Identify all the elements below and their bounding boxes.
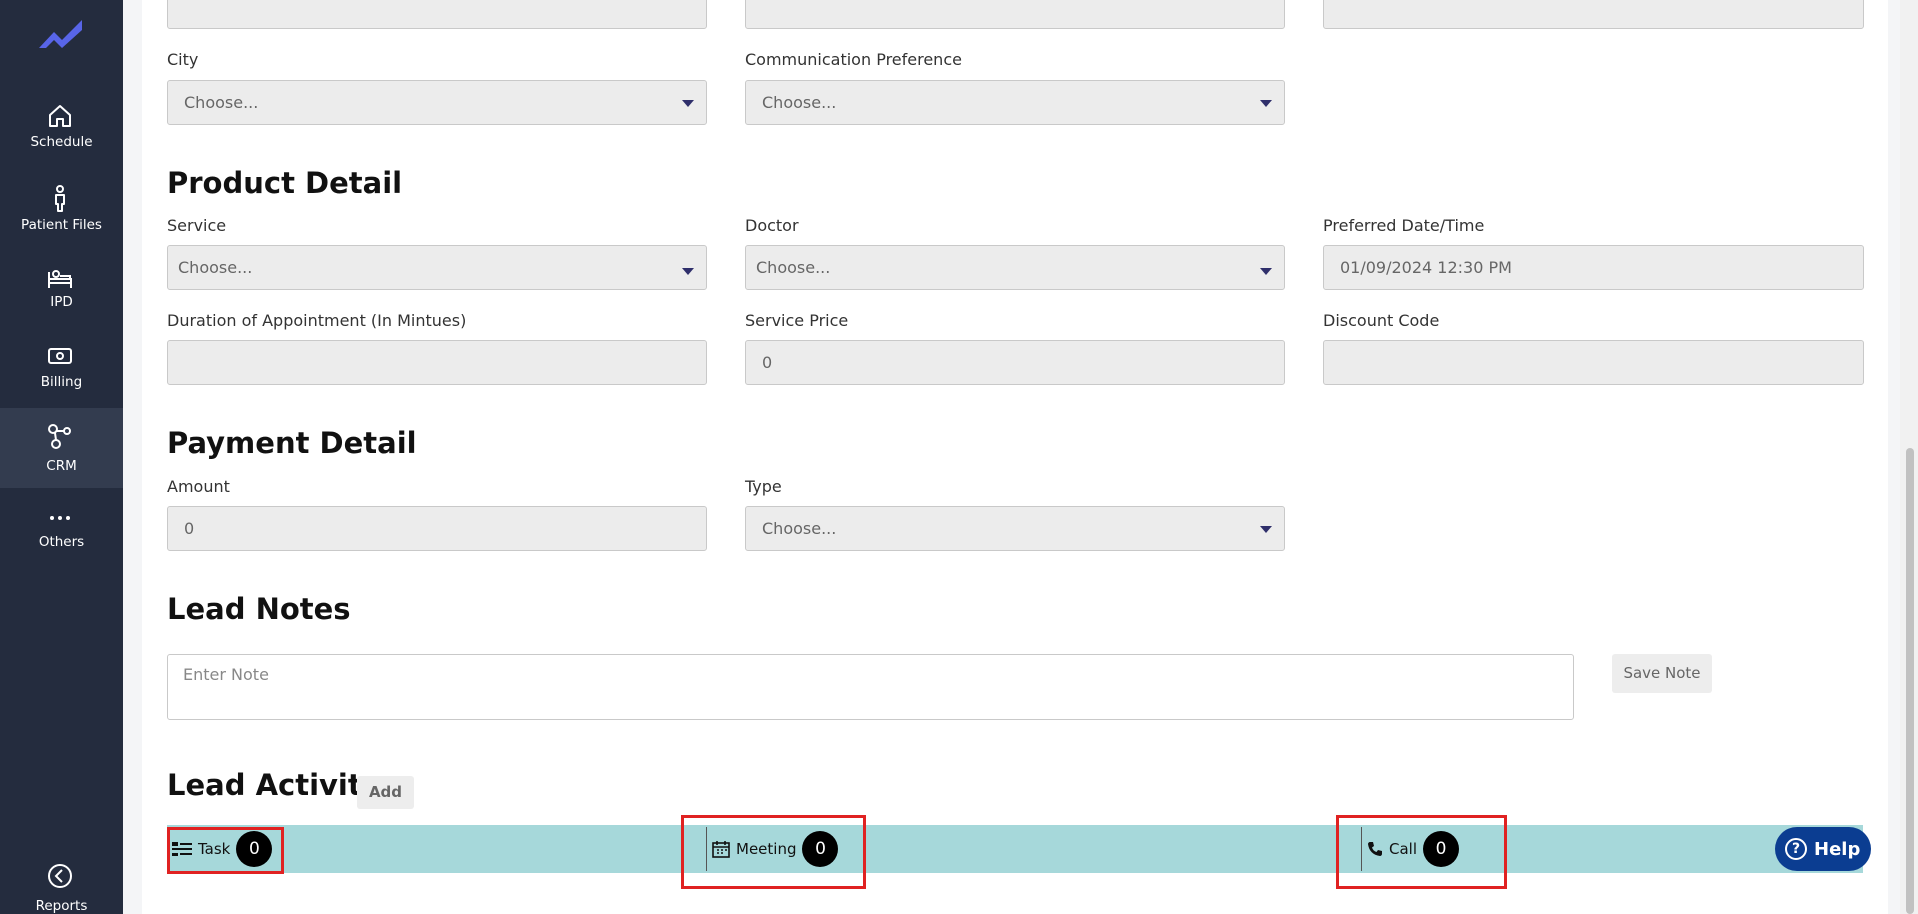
sidebar-item-reports[interactable]: Reports	[0, 852, 123, 914]
type-select[interactable]: Choose...	[745, 506, 1285, 551]
sidebar-item-label: Others	[38, 534, 85, 550]
note-placeholder: Enter Note	[183, 665, 269, 684]
city-select-value: Choose...	[184, 93, 259, 112]
lead-notes-title: Lead Notes	[167, 592, 351, 626]
service-price-label: Service Price	[745, 311, 849, 330]
service-select-value: Choose...	[178, 258, 253, 277]
preferred-datetime-label: Preferred Date/Time	[1323, 216, 1485, 235]
help-button[interactable]: ? Help	[1775, 827, 1871, 871]
communication-preference-value: Choose...	[762, 93, 837, 112]
reports-icon	[48, 864, 72, 888]
preferred-datetime-input[interactable]: 01/09/2024 12:30 PM	[1323, 245, 1864, 290]
save-note-button[interactable]: Save Note	[1612, 654, 1712, 693]
payment-detail-title: Payment Detail	[167, 426, 417, 460]
highlight-box-meeting	[681, 815, 866, 889]
highlight-box-task	[167, 827, 284, 874]
chevron-down-icon	[682, 100, 694, 107]
sidebar-item-label: Schedule	[30, 134, 93, 150]
sidebar-item-others[interactable]: Others	[0, 490, 123, 570]
money-icon	[48, 348, 72, 364]
sidebar-item-label: Reports	[35, 898, 88, 914]
sidebar: Schedule Patient Files IPD Billing CRM O…	[0, 0, 123, 914]
communication-preference-label: Communication Preference	[745, 50, 962, 69]
duration-input[interactable]	[167, 340, 707, 385]
sidebar-item-label: Patient Files	[21, 217, 102, 233]
sidebar-item-label: IPD	[50, 294, 73, 310]
product-detail-title: Product Detail	[167, 166, 403, 200]
city-select[interactable]: Choose...	[167, 80, 707, 125]
service-price-input[interactable]: 0	[745, 340, 1285, 385]
field-cutoff-1[interactable]	[167, 0, 707, 29]
crm-icon	[48, 424, 71, 449]
service-label: Service	[167, 216, 227, 235]
service-select[interactable]: Choose...	[167, 245, 707, 290]
chevron-down-icon	[682, 268, 694, 275]
doctor-select-value: Choose...	[756, 258, 831, 277]
field-cutoff-3[interactable]	[1323, 0, 1864, 29]
chevron-down-icon	[1260, 526, 1272, 533]
help-label: Help	[1814, 838, 1861, 860]
preferred-datetime-value: 01/09/2024 12:30 PM	[1340, 258, 1512, 277]
duration-label: Duration of Appointment (In Mintues)	[167, 311, 467, 330]
sidebar-item-billing[interactable]: Billing	[0, 328, 123, 408]
doctor-label: Doctor	[745, 216, 799, 235]
chevron-down-icon	[1260, 268, 1272, 275]
home-icon	[49, 105, 71, 127]
sidebar-item-patient-files[interactable]: Patient Files	[0, 170, 123, 250]
sidebar-item-schedule[interactable]: Schedule	[0, 88, 123, 168]
bed-icon	[48, 270, 72, 288]
highlight-box-call	[1336, 815, 1507, 889]
type-label: Type	[745, 477, 782, 496]
amount-label: Amount	[167, 477, 230, 496]
person-icon	[55, 185, 65, 212]
discount-code-input[interactable]	[1323, 340, 1864, 385]
doctor-select[interactable]: Choose...	[745, 245, 1285, 290]
dots-icon	[50, 516, 70, 520]
chevron-down-icon	[1260, 100, 1272, 107]
sidebar-item-label: CRM	[46, 458, 77, 474]
amount-value: 0	[184, 519, 195, 538]
sidebar-item-crm[interactable]: CRM	[0, 408, 123, 488]
scrollbar-thumb[interactable]	[1906, 448, 1914, 914]
amount-input[interactable]: 0	[167, 506, 707, 551]
city-label: City	[167, 50, 199, 69]
activity-tabs-bar	[167, 825, 1863, 873]
discount-code-label: Discount Code	[1323, 311, 1440, 330]
lead-activity-title: Lead Activity	[167, 768, 381, 802]
question-icon: ?	[1785, 838, 1807, 860]
type-select-value: Choose...	[762, 519, 837, 538]
communication-preference-select[interactable]: Choose...	[745, 80, 1285, 125]
logo-icon	[39, 20, 82, 48]
sidebar-item-label: Billing	[40, 374, 83, 390]
sidebar-item-ipd[interactable]: IPD	[0, 250, 123, 330]
service-price-value: 0	[762, 353, 773, 372]
note-input[interactable]: Enter Note	[167, 654, 1574, 720]
add-activity-button[interactable]: Add	[357, 776, 414, 809]
field-cutoff-2[interactable]	[745, 0, 1285, 29]
